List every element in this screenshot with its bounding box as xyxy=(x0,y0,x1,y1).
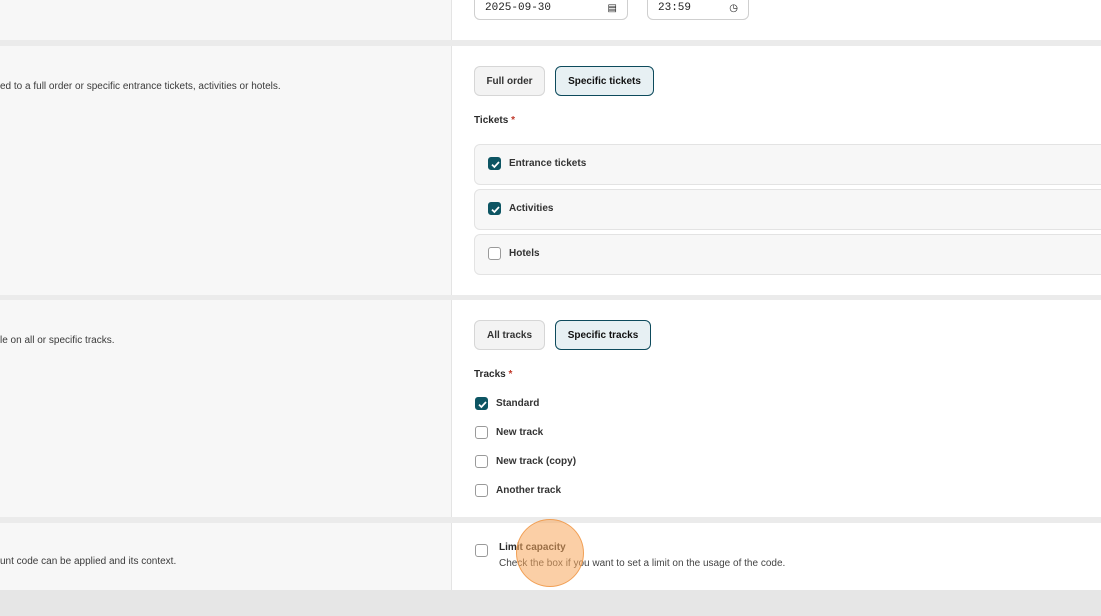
specific-tickets-button[interactable]: Specific tickets xyxy=(555,66,654,96)
required-mark: * xyxy=(508,369,513,380)
tracks-label-text: Tracks xyxy=(474,369,506,380)
end-time-value: 23:59 xyxy=(658,2,692,14)
footer-bar xyxy=(0,590,1101,616)
limit-capacity-help: Check the box if you want to set a limit… xyxy=(499,558,786,569)
check-icon xyxy=(478,401,487,409)
activities-checkbox[interactable] xyxy=(488,202,501,215)
tracks-left-panel: le on all or specific tracks. xyxy=(0,300,452,517)
tickets-label: Tickets * xyxy=(474,115,515,126)
track-standard-label: Standard xyxy=(496,398,540,409)
check-icon xyxy=(491,161,500,169)
ticket-row-hotels[interactable]: Hotels xyxy=(474,234,1101,275)
tickets-label-text: Tickets xyxy=(474,115,509,126)
end-date-input[interactable]: 2025-09-30 ▤ xyxy=(474,0,628,20)
track-another-checkbox[interactable] xyxy=(475,484,488,497)
hotels-label: Hotels xyxy=(509,248,540,259)
end-time-input[interactable]: 23:59 ◷ xyxy=(647,0,749,20)
capacity-right-panel xyxy=(452,523,1101,590)
ticket-row-activities[interactable]: Activities xyxy=(474,189,1101,230)
capacity-left-panel: unt code can be applied and its context. xyxy=(0,523,452,590)
capacity-section: unt code can be applied and its context. xyxy=(0,523,1101,590)
full-order-button[interactable]: Full order xyxy=(474,66,545,96)
required-mark: * xyxy=(511,115,515,126)
end-date-value: 2025-09-30 xyxy=(485,2,552,14)
limit-capacity-checkbox[interactable] xyxy=(475,544,488,557)
entrance-tickets-label: Entrance tickets xyxy=(509,158,587,169)
clock-icon[interactable]: ◷ xyxy=(729,3,738,14)
tracks-label: Tracks * xyxy=(474,369,512,380)
ticket-row-entrance[interactable]: Entrance tickets xyxy=(474,144,1101,185)
validity-left-panel xyxy=(0,0,452,40)
applies-to-description: ed to a full order or specific entrance … xyxy=(0,81,281,92)
check-icon xyxy=(491,206,500,214)
specific-tracks-button[interactable]: Specific tracks xyxy=(555,320,651,350)
all-tracks-button[interactable]: All tracks xyxy=(474,320,545,350)
capacity-description: unt code can be applied and its context. xyxy=(0,556,177,567)
activities-label: Activities xyxy=(509,203,554,214)
entrance-tickets-checkbox[interactable] xyxy=(488,157,501,170)
track-new-copy-label: New track (copy) xyxy=(496,456,577,467)
track-new-label: New track xyxy=(496,427,544,438)
track-standard-checkbox[interactable] xyxy=(475,397,488,410)
calendar-icon[interactable]: ▤ xyxy=(608,3,617,14)
applies-to-left-panel: ed to a full order or specific entrance … xyxy=(0,46,452,295)
limit-capacity-title[interactable]: Limit capacity xyxy=(499,542,566,553)
track-new-checkbox[interactable] xyxy=(475,426,488,439)
track-new-copy-checkbox[interactable] xyxy=(475,455,488,468)
track-another-label: Another track xyxy=(496,485,562,496)
tracks-description: le on all or specific tracks. xyxy=(0,335,115,346)
hotels-checkbox[interactable] xyxy=(488,247,501,260)
